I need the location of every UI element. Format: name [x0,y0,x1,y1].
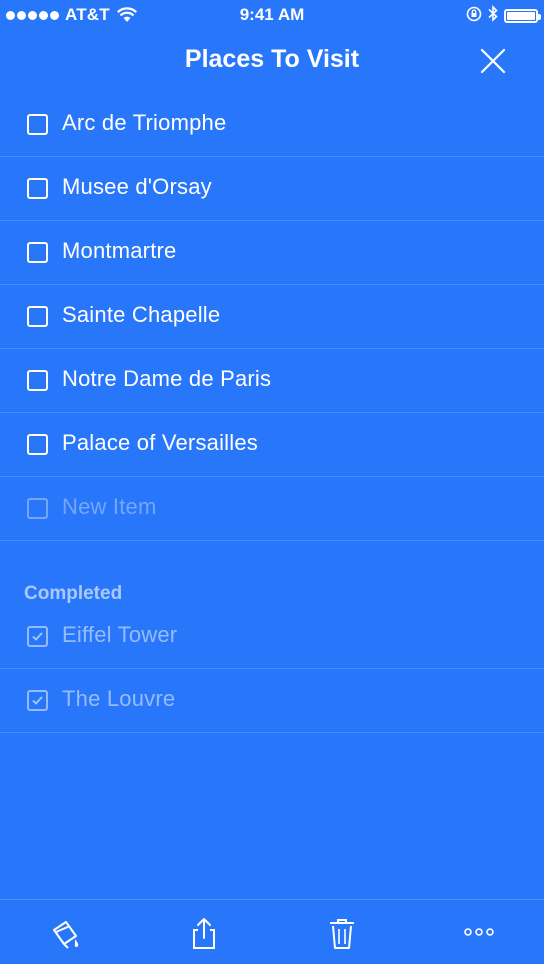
item-label: Eiffel Tower [62,622,178,647]
theme-button[interactable] [46,914,86,954]
completed-list: Eiffel Tower The Louvre [0,605,544,733]
item-label: Palace of Versailles [62,430,258,455]
status-right [466,5,541,27]
checkbox [27,498,48,519]
checkmark-icon [32,632,43,641]
close-button[interactable] [476,44,510,78]
close-icon [480,48,506,74]
bluetooth-icon [488,5,498,27]
checkbox[interactable] [27,370,48,391]
item-label: Musee d'Orsay [62,174,212,199]
more-icon [464,928,494,936]
completed-item[interactable]: The Louvre [0,669,544,733]
item-label: Notre Dame de Paris [62,366,272,391]
list-item[interactable]: Musee d'Orsay [0,157,544,221]
battery-icon [504,9,541,23]
list-item[interactable]: Sainte Chapelle [0,285,544,349]
checkbox[interactable] [27,178,48,199]
checkbox[interactable] [27,242,48,263]
more-button[interactable] [460,914,500,954]
list-item[interactable]: Notre Dame de Paris [0,349,544,413]
header: Places To Visit [0,30,544,92]
checkbox-checked[interactable] [27,626,48,647]
list-item[interactable]: Palace of Versailles [0,413,544,477]
checkbox-checked[interactable] [27,690,48,711]
share-button[interactable] [184,914,224,954]
list-item[interactable]: Arc de Triomphe [0,93,544,157]
checkmark-icon [32,696,43,705]
completed-item[interactable]: Eiffel Tower [0,605,544,669]
item-label: Arc de Triomphe [62,110,227,135]
page-title: Places To Visit [184,45,360,73]
trash-icon [330,919,354,949]
new-item-row[interactable]: New Item [0,477,544,541]
status-bar: AT&T 9:41 AM [0,0,544,30]
checkbox[interactable] [27,434,48,455]
orientation-lock-icon [466,6,482,27]
bottom-toolbar [0,899,544,964]
status-time: 9:41 AM [239,5,305,24]
paint-bucket-icon [53,921,79,949]
checkbox[interactable] [27,306,48,327]
delete-button[interactable] [322,914,362,954]
new-item-input[interactable]: New Item [62,494,157,520]
item-label: Montmartre [62,238,177,263]
share-icon [193,918,215,949]
list-item[interactable]: Montmartre [0,221,544,285]
item-label: The Louvre [62,686,176,711]
completed-heading: Completed [24,583,123,604]
item-label: Sainte Chapelle [62,302,221,327]
checkbox[interactable] [27,114,48,135]
todo-list: Arc de Triomphe Musee d'Orsay Montmartre… [0,93,544,541]
